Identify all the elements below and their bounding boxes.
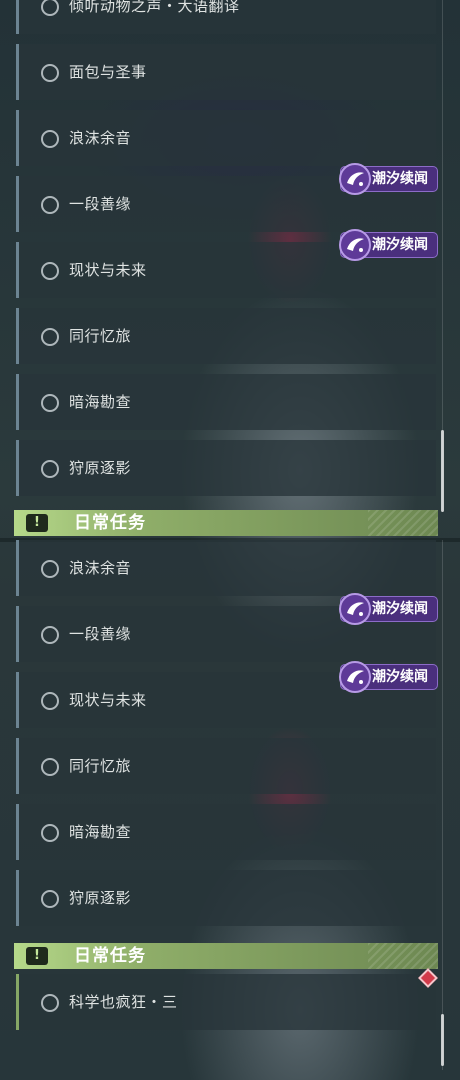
quest-label: 一段善缘 — [69, 195, 132, 213]
section-title: 日常任务 — [74, 513, 146, 533]
daily-quest-item[interactable]: 科学也疯狂・三 — [16, 974, 436, 1030]
tide-echo-badge[interactable]: 潮汐续闻 — [339, 661, 438, 693]
quest-item[interactable]: 面包与圣事 — [16, 44, 436, 100]
tide-echo-icon — [339, 661, 371, 693]
quest-label: 浪沫余音 — [69, 129, 132, 147]
quest-label: 同行忆旅 — [69, 327, 132, 345]
badge-label: 潮汐续闻 — [372, 171, 428, 187]
quest-item[interactable]: 暗海勘查 — [16, 804, 436, 860]
tide-echo-badge[interactable]: 潮汐续闻 — [339, 229, 438, 261]
radio-icon — [41, 394, 59, 412]
quest-label: 一段善缘 — [69, 625, 132, 643]
quest-item[interactable]: 同行忆旅 — [16, 308, 436, 364]
quest-label: 科学也疯狂・三 — [69, 993, 178, 1011]
exclamation-icon: ! — [26, 947, 48, 965]
section-title: 日常任务 — [74, 946, 146, 966]
radio-icon — [41, 0, 59, 16]
radio-icon — [41, 130, 59, 148]
quest-list-panel-bottom: 浪沫余音 一段善缘 现状与未来 同行忆旅 暗海勘查 狩原逐影 潮汐续闻 潮汐续闻… — [0, 540, 460, 1080]
quest-label: 浪沫余音 — [69, 559, 132, 577]
radio-icon — [41, 824, 59, 842]
radio-icon — [41, 626, 59, 644]
radio-icon — [41, 328, 59, 346]
radio-icon — [41, 692, 59, 710]
tide-echo-badge[interactable]: 潮汐续闻 — [339, 163, 438, 195]
badge-label: 潮汐续闻 — [372, 669, 428, 685]
quest-item[interactable]: 狩原逐影 — [16, 440, 436, 496]
header-stripe — [368, 510, 438, 536]
radio-icon — [41, 560, 59, 578]
quest-item[interactable]: 浪沫余音 — [16, 110, 436, 166]
radio-icon — [41, 196, 59, 214]
quest-label: 同行忆旅 — [69, 757, 132, 775]
quest-item[interactable]: 暗海勘查 — [16, 374, 436, 430]
radio-icon — [41, 758, 59, 776]
quest-list-panel-top: 倾听动物之声・大语翻译 面包与圣事 浪沫余音 一段善缘 现状与未来 同行忆旅 暗… — [0, 0, 460, 540]
badge-label: 潮汐续闻 — [372, 237, 428, 253]
quest-item[interactable]: 浪沫余音 — [16, 540, 436, 596]
badge-label: 潮汐续闻 — [372, 601, 428, 617]
radio-icon — [41, 262, 59, 280]
quest-label: 暗海勘查 — [69, 823, 132, 841]
header-stripe — [368, 943, 438, 969]
tide-echo-icon — [339, 229, 371, 261]
quest-label: 现状与未来 — [69, 691, 147, 709]
quest-label: 面包与圣事 — [69, 63, 147, 81]
exclamation-icon: ! — [26, 514, 48, 532]
daily-quest-section-header[interactable]: ! 日常任务 — [14, 943, 438, 969]
scrollbar-thumb[interactable] — [441, 1014, 444, 1066]
quest-item[interactable]: 倾听动物之声・大语翻译 — [16, 0, 436, 34]
radio-icon — [41, 460, 59, 478]
scrollbar-track — [442, 540, 443, 1070]
radio-icon — [41, 994, 59, 1012]
tide-echo-icon — [339, 163, 371, 195]
quest-label: 狩原逐影 — [69, 889, 132, 907]
quest-label: 暗海勘查 — [69, 393, 132, 411]
tide-echo-badge[interactable]: 潮汐续闻 — [339, 593, 438, 625]
quest-label: 倾听动物之声・大语翻译 — [69, 0, 240, 15]
quest-label: 狩原逐影 — [69, 459, 132, 477]
quest-item[interactable]: 同行忆旅 — [16, 738, 436, 794]
quest-label: 现状与未来 — [69, 261, 147, 279]
daily-quest-section-header[interactable]: ! 日常任务 — [14, 510, 438, 536]
radio-icon — [41, 890, 59, 908]
radio-icon — [41, 64, 59, 82]
scrollbar-thumb[interactable] — [441, 430, 444, 512]
quest-item[interactable]: 狩原逐影 — [16, 870, 436, 926]
tide-echo-icon — [339, 593, 371, 625]
